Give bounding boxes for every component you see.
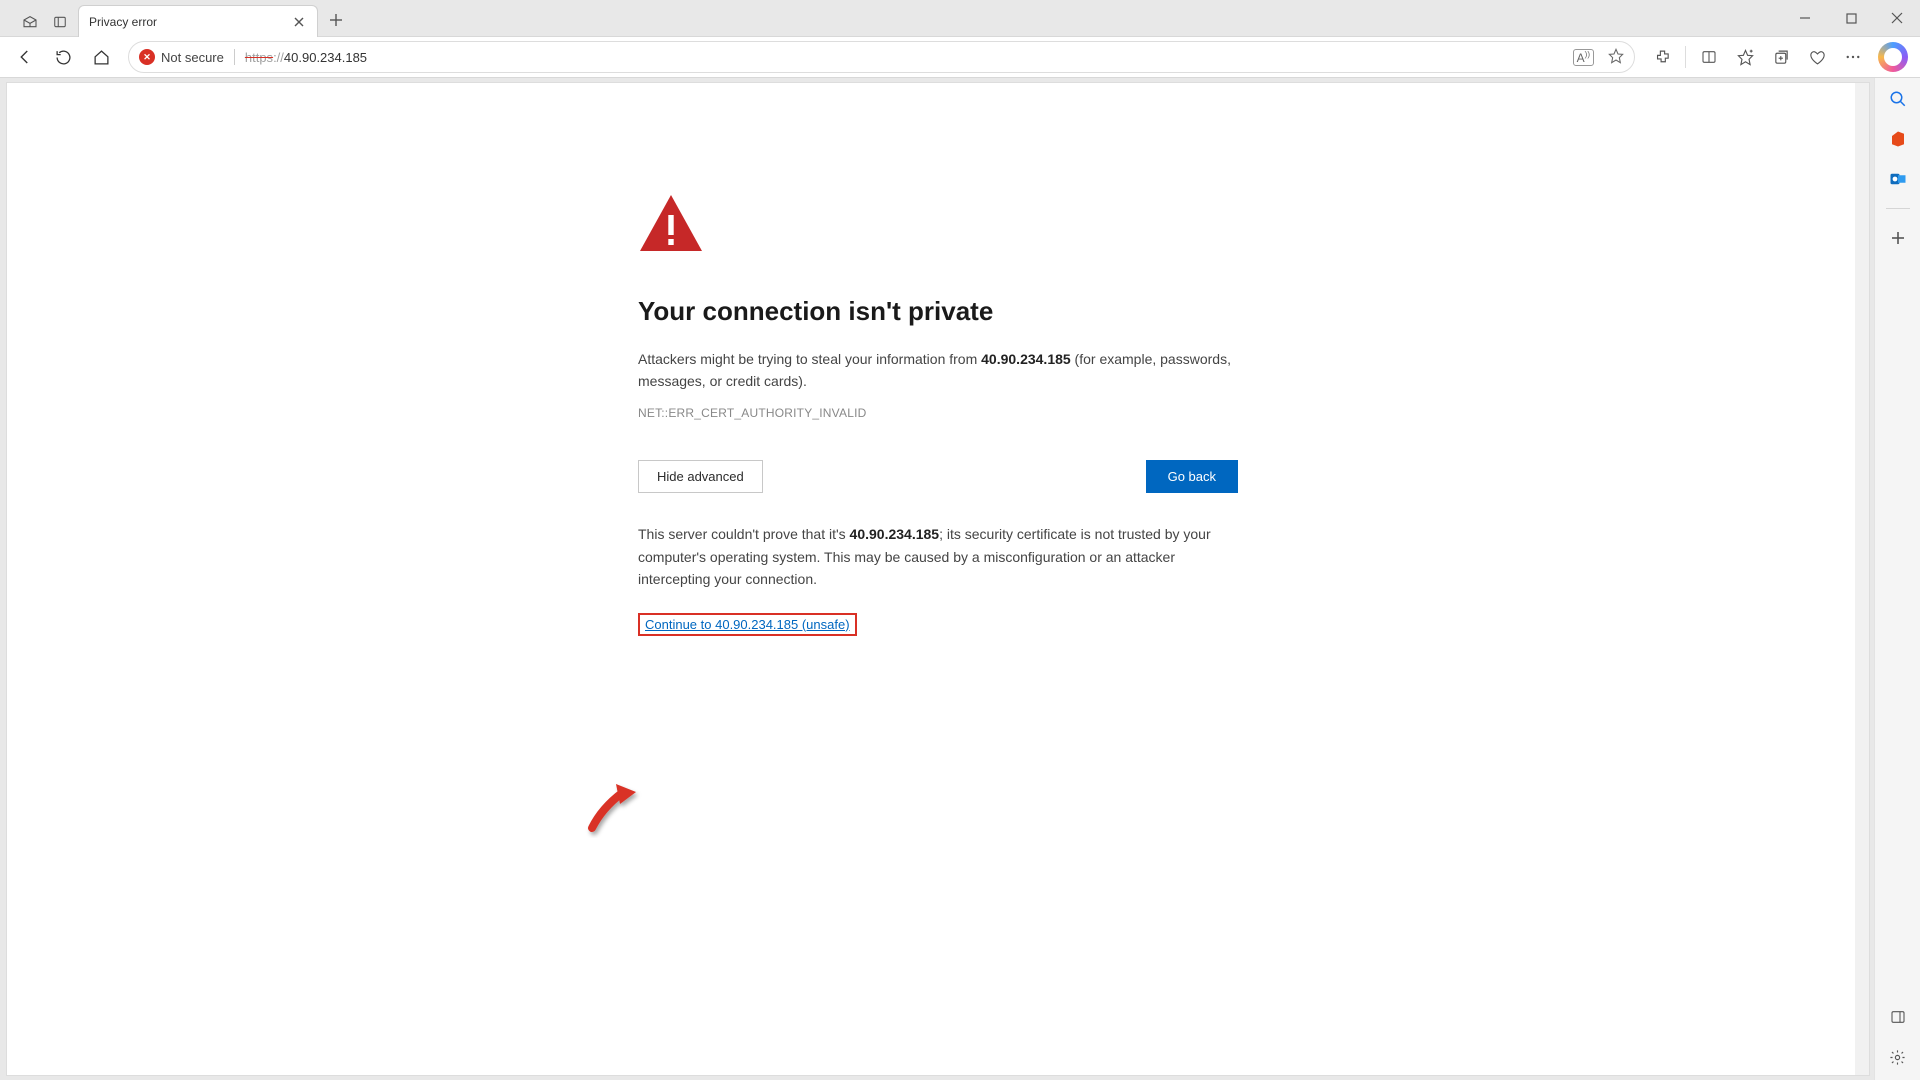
annotation-arrow-icon [582,778,642,838]
extensions-icon[interactable] [1645,41,1679,73]
tab-actions-icon[interactable] [52,14,68,30]
tabstrip-left-actions [8,14,78,36]
settings-more-icon[interactable] [1836,41,1870,73]
url-scheme: https [245,50,273,65]
collections-icon[interactable] [1764,41,1798,73]
browser-tab[interactable]: Privacy error [78,5,318,37]
tab-strip: Privacy error [0,0,1920,36]
browser-toolbar: Not secure https://40.90.234.185 A)) [0,36,1920,78]
nav-refresh-button[interactable] [46,41,80,73]
interstitial-heading: Your connection isn't private [638,296,1238,327]
button-row: Hide advanced Go back [638,460,1238,493]
adv-host: 40.90.234.185 [850,526,940,542]
window-close-button[interactable] [1874,0,1920,36]
url-host: 40.90.234.185 [284,50,367,65]
sidebar-toggle-icon[interactable] [1887,1006,1909,1028]
sidebar-office-icon[interactable] [1887,128,1909,150]
tab-title: Privacy error [89,15,157,29]
advanced-explanation: This server couldn't prove that it's 40.… [638,523,1238,590]
window-minimize-button[interactable] [1782,0,1828,36]
error-code: NET::ERR_CERT_AUTHORITY_INVALID [638,406,1238,420]
proceed-unsafe-link[interactable]: Continue to 40.90.234.185 (unsafe) [638,613,857,636]
warning-triangle-icon [638,193,1238,258]
nav-home-button[interactable] [84,41,118,73]
sidebar-settings-icon[interactable] [1887,1046,1909,1068]
toolbar-separator [1685,46,1686,68]
sidebar-separator [1886,208,1910,209]
nav-back-button[interactable] [8,41,42,73]
new-tab-button[interactable] [322,6,350,34]
tab-close-icon[interactable] [291,14,307,30]
adv-pre: This server couldn't prove that it's [638,526,850,542]
sidebar-outlook-icon[interactable] [1887,168,1909,190]
sidebar-search-icon[interactable] [1887,88,1909,110]
omnibox-actions: A)) [1573,48,1624,67]
page-content: Your connection isn't private Attackers … [6,82,1870,1076]
workspaces-icon[interactable] [22,14,38,30]
url-scheme-sep: :// [273,50,284,65]
split-screen-icon[interactable] [1692,41,1726,73]
summary-pre: Attackers might be trying to steal your … [638,351,981,367]
page-vertical-scrollbar[interactable] [1855,83,1869,1075]
copilot-button[interactable] [1878,42,1908,72]
not-secure-icon [139,49,155,65]
window-maximize-button[interactable] [1828,0,1874,36]
favorites-icon[interactable] [1728,41,1762,73]
security-indicator[interactable]: Not secure [139,49,224,65]
privacy-error-interstitial: Your connection isn't private Attackers … [638,193,1238,636]
browser-essentials-icon[interactable] [1800,41,1834,73]
sidebar-add-icon[interactable] [1887,227,1909,249]
hide-advanced-button[interactable]: Hide advanced [638,460,763,493]
not-secure-label: Not secure [161,50,224,65]
window-controls [1782,0,1920,36]
read-aloud-icon[interactable]: A)) [1573,49,1594,66]
favorite-icon[interactable] [1608,48,1624,67]
summary-host: 40.90.234.185 [981,351,1071,367]
go-back-button[interactable]: Go back [1146,460,1238,493]
address-bar[interactable]: Not secure https://40.90.234.185 A)) [128,41,1635,73]
toolbar-right [1645,41,1912,73]
edge-sidebar [1874,78,1920,1080]
interstitial-summary: Attackers might be trying to steal your … [638,349,1238,392]
omnibox-separator [234,49,235,65]
